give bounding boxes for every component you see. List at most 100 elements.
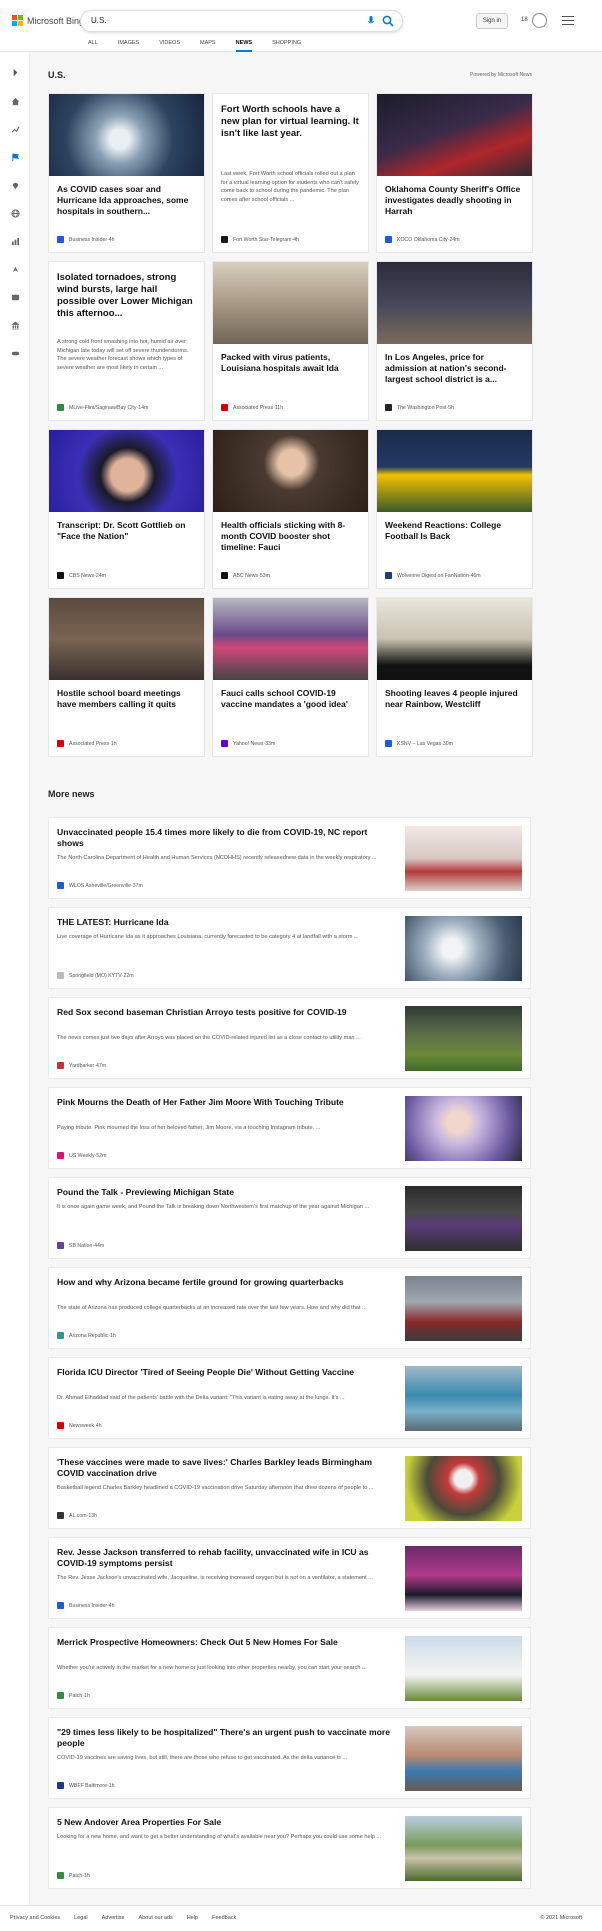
- source-name[interactable]: KSNV – Las Vegas: [397, 741, 441, 747]
- card-title[interactable]: In Los Angeles, price for admission at n…: [385, 352, 525, 385]
- politics-building-icon[interactable]: [11, 321, 20, 330]
- news-card[interactable]: In Los Angeles, price for admission at n…: [376, 261, 533, 421]
- source-name[interactable]: US Weekly: [69, 1153, 95, 1159]
- sign-in-button[interactable]: Sign in: [476, 13, 508, 29]
- item-title[interactable]: THE LATEST: Hurricane Ida: [57, 917, 392, 928]
- source-name[interactable]: Yardbarker: [69, 1063, 94, 1069]
- item-title[interactable]: Unvaccinated people 15.4 times more like…: [57, 827, 392, 849]
- footer-link-feedback[interactable]: Feedback: [212, 1915, 236, 1921]
- card-title[interactable]: Hostile school board meetings have membe…: [57, 688, 197, 710]
- search-icon[interactable]: [382, 15, 394, 27]
- source-name[interactable]: CBS News: [69, 573, 94, 579]
- news-card[interactable]: Fauci calls school COVID-19 vaccine mand…: [212, 597, 369, 757]
- card-title[interactable]: Shooting leaves 4 people injured near Ra…: [385, 688, 525, 710]
- more-news-item[interactable]: Red Sox second baseman Christian Arroyo …: [48, 997, 531, 1079]
- footer-link-advertise[interactable]: Advertise: [102, 1915, 125, 1921]
- source-name[interactable]: SB Nation: [69, 1243, 92, 1249]
- source-name[interactable]: Business Insider: [69, 237, 107, 243]
- tab-maps[interactable]: MAPS: [200, 40, 216, 52]
- item-title[interactable]: Red Sox second baseman Christian Arroyo …: [57, 1007, 392, 1018]
- item-thumbnail[interactable]: [405, 826, 522, 891]
- source-name[interactable]: Patch: [69, 1873, 82, 1879]
- item-title[interactable]: 'These vaccines were made to save lives:…: [57, 1457, 392, 1479]
- home-icon[interactable]: [11, 97, 20, 106]
- card-title[interactable]: Packed with virus patients, Louisiana ho…: [221, 352, 361, 374]
- source-name[interactable]: Newsweek: [69, 1423, 94, 1429]
- card-image[interactable]: [49, 94, 204, 176]
- item-thumbnail[interactable]: [405, 1816, 522, 1881]
- source-name[interactable]: Wolverine Digest on FanNation: [397, 573, 469, 579]
- card-title[interactable]: Isolated tornadoes, strong wind bursts, …: [57, 272, 197, 320]
- more-news-item[interactable]: Pound the Talk - Previewing Michigan Sta…: [48, 1177, 531, 1259]
- more-news-item[interactable]: Rev. Jesse Jackson transferred to rehab …: [48, 1537, 531, 1619]
- search-box[interactable]: U.S.: [80, 10, 403, 32]
- tab-images[interactable]: IMAGES: [118, 40, 139, 52]
- tab-videos[interactable]: VIDEOS: [159, 40, 180, 52]
- tab-all[interactable]: ALL: [88, 40, 98, 52]
- source-name[interactable]: MLive-Flint/Saginaw/Bay City: [69, 405, 136, 411]
- source-name[interactable]: Patch: [69, 1693, 82, 1699]
- item-thumbnail[interactable]: [405, 1636, 522, 1701]
- powered-by[interactable]: Powered by Microsoft News: [470, 72, 532, 78]
- source-name[interactable]: Yahoo! News: [233, 741, 263, 747]
- source-name[interactable]: Associated Press: [69, 741, 109, 747]
- rewards-trophy-icon[interactable]: [532, 13, 547, 28]
- us-flag-icon[interactable]: [11, 153, 20, 162]
- news-card[interactable]: As COVID cases soar and Hurricane Ida ap…: [48, 93, 205, 253]
- item-title[interactable]: Pink Mourns the Death of Her Father Jim …: [57, 1097, 392, 1108]
- source-name[interactable]: Fort Worth Star-Telegram: [233, 237, 291, 243]
- item-title[interactable]: Pound the Talk - Previewing Michigan Sta…: [57, 1187, 392, 1198]
- tab-news[interactable]: NEWS: [235, 40, 252, 52]
- sports-icon[interactable]: [11, 349, 20, 358]
- source-name[interactable]: Arizona Republic: [69, 1333, 108, 1339]
- card-title[interactable]: Health officials sticking with 8-month C…: [221, 520, 361, 553]
- trending-icon[interactable]: [11, 125, 20, 134]
- item-thumbnail[interactable]: [405, 1186, 522, 1251]
- news-card[interactable]: Shooting leaves 4 people injured near Ra…: [376, 597, 533, 757]
- item-thumbnail[interactable]: [405, 1006, 522, 1071]
- bing-logo[interactable]: Microsoft Bing: [12, 15, 84, 26]
- item-thumbnail[interactable]: [405, 1726, 522, 1791]
- tab-shopping[interactable]: SHOPPING: [272, 40, 301, 52]
- location-icon[interactable]: [11, 181, 20, 190]
- menu-icon[interactable]: [562, 16, 574, 25]
- item-thumbnail[interactable]: [405, 1366, 522, 1431]
- more-news-item[interactable]: THE LATEST: Hurricane Ida Live coverage o…: [48, 907, 531, 989]
- more-news-item[interactable]: 5 New Andover Area Properties For Sale Lo…: [48, 1807, 531, 1889]
- footer-link-help[interactable]: Help: [187, 1915, 198, 1921]
- card-title[interactable]: Weekend Reactions: College Football Is B…: [385, 520, 525, 542]
- news-card[interactable]: Weekend Reactions: College Football Is B…: [376, 429, 533, 589]
- item-thumbnail[interactable]: [405, 1546, 522, 1611]
- card-title[interactable]: Oklahoma County Sheriff's Office investi…: [385, 184, 525, 217]
- more-news-item[interactable]: Pink Mourns the Death of Her Father Jim …: [48, 1087, 531, 1169]
- item-title[interactable]: Florida ICU Director 'Tired of Seeing Pe…: [57, 1367, 392, 1378]
- news-card[interactable]: Health officials sticking with 8-month C…: [212, 429, 369, 589]
- more-news-item[interactable]: Unvaccinated people 15.4 times more like…: [48, 817, 531, 899]
- news-card[interactable]: Oklahoma County Sheriff's Office investi…: [376, 93, 533, 253]
- news-card[interactable]: Transcript: Dr. Scott Gottlieb on "Face …: [48, 429, 205, 589]
- microphone-icon[interactable]: [368, 16, 374, 26]
- more-news-item[interactable]: How and why Arizona became fertile groun…: [48, 1267, 531, 1349]
- science-rocket-icon[interactable]: [11, 265, 20, 274]
- source-name[interactable]: Springfield (MO) KYTV: [69, 973, 122, 979]
- news-card[interactable]: Hostile school board meetings have membe…: [48, 597, 205, 757]
- card-image[interactable]: [49, 430, 204, 512]
- card-image[interactable]: [377, 94, 532, 176]
- source-name[interactable]: Business Insider: [69, 1603, 107, 1609]
- card-image[interactable]: [377, 430, 532, 512]
- footer-link-about-ads[interactable]: About our ads: [139, 1915, 173, 1921]
- more-news-item[interactable]: "29 times less likely to be hospitalized…: [48, 1717, 531, 1799]
- source-name[interactable]: Associated Press: [233, 405, 273, 411]
- item-title[interactable]: How and why Arizona became fertile groun…: [57, 1277, 392, 1288]
- news-card[interactable]: Fort Worth schools have a new plan for v…: [212, 93, 369, 253]
- more-news-item[interactable]: Florida ICU Director 'Tired of Seeing Pe…: [48, 1357, 531, 1439]
- card-image[interactable]: [49, 598, 204, 680]
- source-name[interactable]: AL.com: [69, 1513, 87, 1519]
- footer-link-privacy[interactable]: Privacy and Cookies: [10, 1915, 60, 1921]
- card-title[interactable]: Fort Worth schools have a new plan for v…: [221, 104, 361, 140]
- source-name[interactable]: KOCO Oklahoma City: [397, 237, 448, 243]
- card-title[interactable]: Fauci calls school COVID-19 vaccine mand…: [221, 688, 361, 710]
- card-image[interactable]: [377, 598, 532, 680]
- card-image[interactable]: [213, 262, 368, 344]
- source-name[interactable]: The Washington Post: [397, 405, 446, 411]
